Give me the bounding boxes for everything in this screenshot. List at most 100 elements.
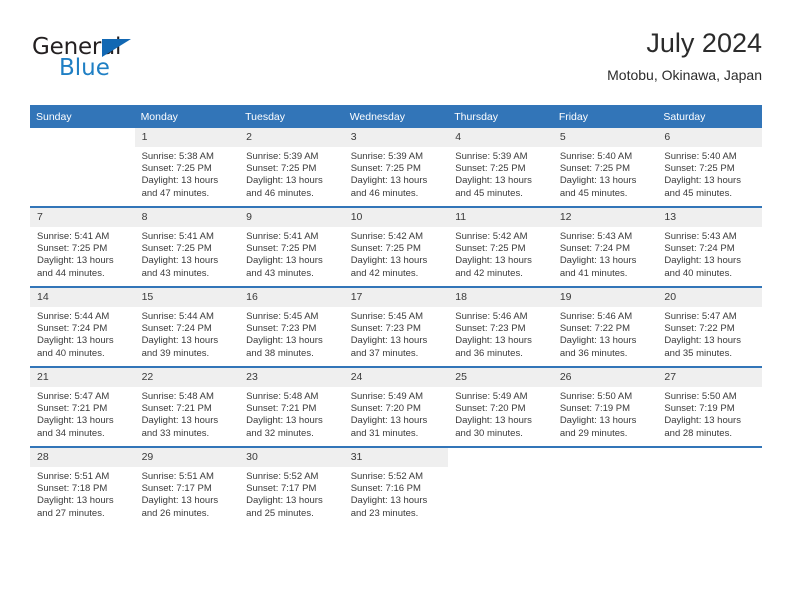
sunrise-text: Sunrise: 5:51 AM (141, 471, 214, 482)
sunset-text: Sunset: 7:21 PM (246, 403, 317, 415)
sunset-text: Sunset: 7:24 PM (664, 243, 735, 255)
calendar-day-cell[interactable]: 19 Sunrise: 5:46 AM Sunset: 7:22 PM Dayligh… (552, 286, 658, 367)
sunset-text: Sunset: 7:19 PM (664, 403, 735, 415)
calendar-week-row: 7 Sunrise: 5:41 AM Sunset: 7:25 PM Daylight… (30, 206, 762, 287)
calendar-day-cell[interactable]: 29 Sunrise: 5:51 AM Sunset: 7:17 PM Dayligh… (134, 446, 240, 526)
calendar-day-cell[interactable]: 31 Sunrise: 5:52 AM Sunset: 7:16 PM Dayligh… (343, 446, 449, 526)
calendar-day-cell[interactable]: 30 Sunrise: 5:52 AM Sunset: 7:17 PM Dayligh… (239, 446, 344, 526)
calendar-day-cell[interactable]: 16 Sunrise: 5:45 AM Sunset: 7:23 PM Dayligh… (239, 286, 344, 367)
calendar-day-cell[interactable]: 2 Sunrise: 5:39 AM Sunset: 7:25 PM Daylight… (239, 128, 344, 207)
day-details: Sunrise: 5:49 AM Sunset: 7:20 PM Daylight:… (448, 387, 553, 440)
daylight-text-line2: and 27 minutes. (37, 507, 105, 519)
calendar-day-cell[interactable]: 20 Sunrise: 5:47 AM Sunset: 7:22 PM Dayligh… (657, 286, 762, 367)
daylight-text-line1: Daylight: 13 hours (246, 175, 323, 187)
daylight-text-line2: and 37 minutes. (350, 347, 419, 359)
calendar-page: General Blue July 2024 Motobu, Okinawa, … (0, 0, 792, 612)
day-number: 2 (239, 128, 344, 147)
calendar-day-cell[interactable]: 4 Sunrise: 5:39 AM Sunset: 7:25 PM Daylight… (448, 128, 553, 207)
general-blue-logo[interactable]: General Blue (32, 36, 212, 92)
daylight-text-line1: Daylight: 13 hours (455, 255, 532, 267)
calendar-day-cell[interactable]: 25 Sunrise: 5:49 AM Sunset: 7:20 PM Dayligh… (448, 366, 553, 447)
weekday-header-sunday: Sunday (30, 105, 135, 128)
calendar-day-cell[interactable]: 13 Sunrise: 5:43 AM Sunset: 7:24 PM Dayligh… (657, 206, 762, 287)
sunrise-text: Sunrise: 5:42 AM (350, 231, 424, 242)
calendar-day-cell[interactable]: 6 Sunrise: 5:40 AM Sunset: 7:25 PM Daylight… (657, 128, 762, 207)
calendar-day-cell[interactable]: 15 Sunrise: 5:44 AM Sunset: 7:24 PM Dayligh… (134, 286, 240, 367)
calendar-day-cell[interactable]: 1 Sunrise: 5:38 AM Sunset: 7:25 PM Daylight… (134, 128, 240, 207)
daylight-text-line2: and 39 minutes. (141, 347, 210, 359)
day-cell-inner: 1 Sunrise: 5:38 AM Sunset: 7:25 PM Daylight… (134, 128, 240, 206)
daylight-text-line2: and 38 minutes. (246, 347, 314, 359)
day-cell-inner: 7 Sunrise: 5:41 AM Sunset: 7:25 PM Daylight… (30, 208, 135, 286)
sunrise-text: Sunrise: 5:46 AM (559, 311, 633, 322)
sunset-text: Sunset: 7:24 PM (559, 243, 631, 255)
sunset-text: Sunset: 7:21 PM (37, 403, 108, 415)
day-number: 20 (657, 288, 762, 307)
sunset-text: Sunset: 7:25 PM (350, 163, 421, 175)
calendar-week-row: 21 Sunrise: 5:47 AM Sunset: 7:21 PM Dayligh… (30, 366, 762, 447)
daylight-text-line1: Daylight: 13 hours (246, 415, 323, 427)
sunrise-text: Sunrise: 5:43 AM (664, 231, 737, 242)
day-details: Sunrise: 5:42 AM Sunset: 7:25 PM Daylight:… (448, 227, 553, 280)
day-number: 11 (448, 208, 553, 227)
day-cell-inner: 14 Sunrise: 5:44 AM Sunset: 7:24 PM Dayligh… (30, 288, 135, 366)
day-cell-inner: 4 Sunrise: 5:39 AM Sunset: 7:25 PM Daylight… (448, 128, 553, 206)
calendar-day-cell[interactable]: 27 Sunrise: 5:50 AM Sunset: 7:19 PM Dayligh… (657, 366, 762, 447)
calendar-day-cell[interactable]: 17 Sunrise: 5:45 AM Sunset: 7:23 PM Dayligh… (343, 286, 449, 367)
sunrise-text: Sunrise: 5:43 AM (559, 231, 633, 242)
daylight-text-line1: Daylight: 13 hours (664, 175, 741, 187)
daylight-text-line1: Daylight: 13 hours (559, 255, 637, 267)
day-cell-inner (657, 448, 762, 526)
sunrise-text: Sunrise: 5:49 AM (455, 391, 528, 402)
daylight-text-line2: and 43 minutes. (246, 267, 314, 279)
calendar-day-cell[interactable]: 11 Sunrise: 5:42 AM Sunset: 7:25 PM Dayligh… (448, 206, 553, 287)
calendar-day-cell[interactable]: 21 Sunrise: 5:47 AM Sunset: 7:21 PM Dayligh… (30, 366, 135, 447)
calendar-day-cell[interactable]: 22 Sunrise: 5:48 AM Sunset: 7:21 PM Dayligh… (134, 366, 240, 447)
calendar-day-cell[interactable]: 8 Sunrise: 5:41 AM Sunset: 7:25 PM Daylight… (134, 206, 240, 287)
day-cell-inner: 17 Sunrise: 5:45 AM Sunset: 7:23 PM Dayligh… (343, 288, 449, 366)
daylight-text-line1: Daylight: 13 hours (246, 495, 323, 507)
sunset-text: Sunset: 7:24 PM (141, 323, 212, 335)
sunrise-text: Sunrise: 5:48 AM (246, 391, 319, 402)
sunset-text: Sunset: 7:25 PM (141, 163, 212, 175)
sunset-text: Sunset: 7:25 PM (350, 243, 421, 255)
calendar-day-cell[interactable]: 24 Sunrise: 5:49 AM Sunset: 7:20 PM Dayligh… (343, 366, 449, 447)
day-number: 12 (552, 208, 658, 227)
calendar-day-cell[interactable]: 14 Sunrise: 5:44 AM Sunset: 7:24 PM Dayligh… (30, 286, 135, 367)
calendar-day-cell[interactable]: 10 Sunrise: 5:42 AM Sunset: 7:25 PM Dayligh… (343, 206, 449, 287)
sunset-text: Sunset: 7:21 PM (141, 403, 212, 415)
daylight-text-line1: Daylight: 13 hours (141, 415, 219, 427)
calendar-day-cell[interactable]: 3 Sunrise: 5:39 AM Sunset: 7:25 PM Daylight… (343, 128, 449, 207)
day-details: Sunrise: 5:46 AM Sunset: 7:22 PM Daylight:… (553, 307, 658, 360)
day-details: Sunrise: 5:43 AM Sunset: 7:24 PM Daylight:… (657, 227, 762, 280)
sunset-text: Sunset: 7:20 PM (350, 403, 421, 415)
day-cell-inner: 22 Sunrise: 5:48 AM Sunset: 7:21 PM Dayligh… (134, 368, 240, 446)
weekday-header-wednesday: Wednesday (343, 105, 449, 128)
calendar-day-cell[interactable]: 28 Sunrise: 5:51 AM Sunset: 7:18 PM Dayligh… (30, 446, 135, 526)
daylight-text-line2: and 40 minutes. (664, 267, 732, 279)
sunrise-text: Sunrise: 5:40 AM (664, 151, 737, 162)
day-cell-inner: 11 Sunrise: 5:42 AM Sunset: 7:25 PM Dayligh… (448, 208, 553, 286)
calendar-day-cell[interactable]: 23 Sunrise: 5:48 AM Sunset: 7:21 PM Dayligh… (239, 366, 344, 447)
day-cell-inner (448, 448, 553, 526)
calendar-cell-empty (657, 446, 762, 526)
daylight-text-line2: and 28 minutes. (664, 427, 732, 439)
calendar-day-cell[interactable]: 5 Sunrise: 5:40 AM Sunset: 7:25 PM Daylight… (552, 128, 658, 207)
calendar-day-cell[interactable]: 7 Sunrise: 5:41 AM Sunset: 7:25 PM Daylight… (30, 206, 135, 287)
calendar-day-cell[interactable]: 18 Sunrise: 5:46 AM Sunset: 7:23 PM Dayligh… (448, 286, 553, 367)
sunrise-text: Sunrise: 5:44 AM (141, 311, 214, 322)
calendar-day-cell[interactable]: 26 Sunrise: 5:50 AM Sunset: 7:19 PM Dayligh… (552, 366, 658, 447)
daylight-text-line2: and 42 minutes. (350, 267, 419, 279)
sunset-text: Sunset: 7:22 PM (559, 323, 631, 335)
day-number: 22 (134, 368, 240, 387)
sunset-text: Sunset: 7:25 PM (246, 163, 317, 175)
calendar-day-cell[interactable]: 12 Sunrise: 5:43 AM Sunset: 7:24 PM Dayligh… (552, 206, 658, 287)
day-cell-inner: 9 Sunrise: 5:41 AM Sunset: 7:25 PM Daylight… (239, 208, 344, 286)
sunset-text: Sunset: 7:23 PM (455, 323, 526, 335)
calendar-day-cell[interactable]: 9 Sunrise: 5:41 AM Sunset: 7:25 PM Daylight… (239, 206, 344, 287)
day-number: 10 (343, 208, 449, 227)
sunrise-text: Sunrise: 5:39 AM (246, 151, 319, 162)
daylight-text-line2: and 23 minutes. (350, 507, 419, 519)
calendar-table: Sunday Monday Tuesday Wednesday Thursday… (30, 105, 762, 526)
sunrise-text: Sunrise: 5:44 AM (37, 311, 110, 322)
